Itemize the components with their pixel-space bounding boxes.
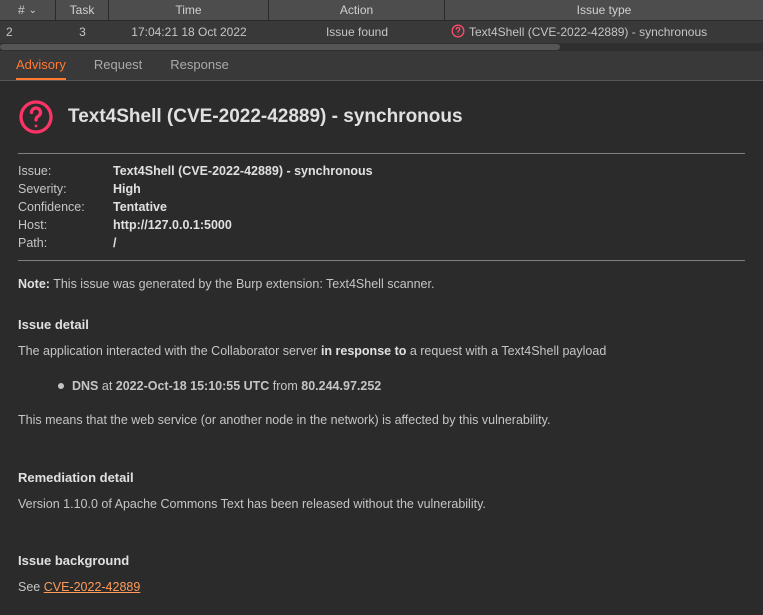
question-circle-icon <box>18 99 54 135</box>
detail-line: The application interacted with the Coll… <box>18 342 745 361</box>
advisory-panel: Text4Shell (CVE-2022-42889) - synchronou… <box>0 81 763 615</box>
col-label: # <box>18 3 25 17</box>
meta-label-issue: Issue: <box>18 162 113 180</box>
note-text: This issue was generated by the Burp ext… <box>53 277 434 291</box>
tab-request[interactable]: Request <box>94 51 142 80</box>
note-label: Note: <box>18 277 50 291</box>
sort-dropdown-icon: ⌄ <box>29 5 37 16</box>
remediation-section: Remediation detail Version 1.10.0 of Apa… <box>18 470 745 514</box>
meta-value-path: / <box>113 234 116 252</box>
interaction-ip: 80.244.97.252 <box>301 379 381 393</box>
col-header-number[interactable]: # ⌄ <box>0 0 56 20</box>
interaction-bullet: DNS at 2022-Oct-18 15:10:55 UTC from 80.… <box>18 361 745 411</box>
meta-value-confidence: Tentative <box>113 198 167 216</box>
text-fragment: a request with a Text4Shell payload <box>406 344 606 358</box>
section-heading: Issue background <box>18 553 745 568</box>
meta-value-severity: High <box>113 180 141 198</box>
interaction-type: DNS <box>72 379 98 393</box>
section-heading: Issue detail <box>18 317 745 332</box>
cell-number: 2 <box>0 23 56 41</box>
issues-table: # ⌄ Task Time Action Issue type 2 3 17:0… <box>0 0 763 51</box>
col-header-task[interactable]: Task <box>56 0 109 20</box>
text-fragment: See <box>18 580 44 594</box>
background-section: Issue background See CVE-2022-42889 <box>18 553 745 597</box>
table-row[interactable]: 2 3 17:04:21 18 Oct 2022 Issue found Tex… <box>0 21 763 43</box>
detail-conclusion: This means that the web service (or anot… <box>18 411 745 430</box>
advisory-note: Note: This issue was generated by the Bu… <box>18 277 745 291</box>
meta-label-severity: Severity: <box>18 180 113 198</box>
interaction-time: 2022-Oct-18 15:10:55 UTC <box>116 379 270 393</box>
advisory-meta: Issue: Text4Shell (CVE-2022-42889) - syn… <box>18 162 745 252</box>
meta-value-issue: Text4Shell (CVE-2022-42889) - synchronou… <box>113 162 373 180</box>
question-circle-icon <box>451 24 465 41</box>
col-header-action[interactable]: Action <box>269 0 445 20</box>
meta-label-path: Path: <box>18 234 113 252</box>
advisory-title: Text4Shell (CVE-2022-42889) - synchronou… <box>68 106 463 128</box>
cell-time: 17:04:21 18 Oct 2022 <box>109 23 269 41</box>
meta-label-confidence: Confidence: <box>18 198 113 216</box>
cve-link[interactable]: CVE-2022-42889 <box>44 580 141 594</box>
cell-issue-type: Text4Shell (CVE-2022-42889) - synchronou… <box>445 22 763 43</box>
cell-issue-text: Text4Shell (CVE-2022-42889) - synchronou… <box>469 25 707 39</box>
horizontal-scrollbar[interactable] <box>0 43 763 51</box>
text-fragment: at <box>98 379 115 393</box>
col-header-time[interactable]: Time <box>109 0 269 20</box>
col-header-issue-type[interactable]: Issue type <box>445 0 763 20</box>
divider <box>18 260 745 261</box>
tab-advisory[interactable]: Advisory <box>16 51 66 80</box>
text-fragment: from <box>269 379 301 393</box>
background-text: See CVE-2022-42889 <box>18 578 745 597</box>
table-header-row: # ⌄ Task Time Action Issue type <box>0 0 763 21</box>
section-heading: Remediation detail <box>18 470 745 485</box>
issue-detail-section: Issue detail The application interacted … <box>18 317 745 430</box>
divider <box>18 153 745 154</box>
meta-label-host: Host: <box>18 216 113 234</box>
text-fragment: The application interacted with the Coll… <box>18 344 321 358</box>
scrollbar-thumb[interactable] <box>0 44 560 50</box>
text-bold: in response to <box>321 344 406 358</box>
meta-value-host: http://127.0.0.1:5000 <box>113 216 232 234</box>
tab-response[interactable]: Response <box>170 51 229 80</box>
advisory-title-bar: Text4Shell (CVE-2022-42889) - synchronou… <box>18 99 745 135</box>
cell-action: Issue found <box>269 23 445 41</box>
cell-task: 3 <box>56 23 109 41</box>
tab-bar: Advisory Request Response <box>0 51 763 81</box>
remediation-text: Version 1.10.0 of Apache Commons Text ha… <box>18 495 745 514</box>
bullet-icon <box>58 383 64 389</box>
